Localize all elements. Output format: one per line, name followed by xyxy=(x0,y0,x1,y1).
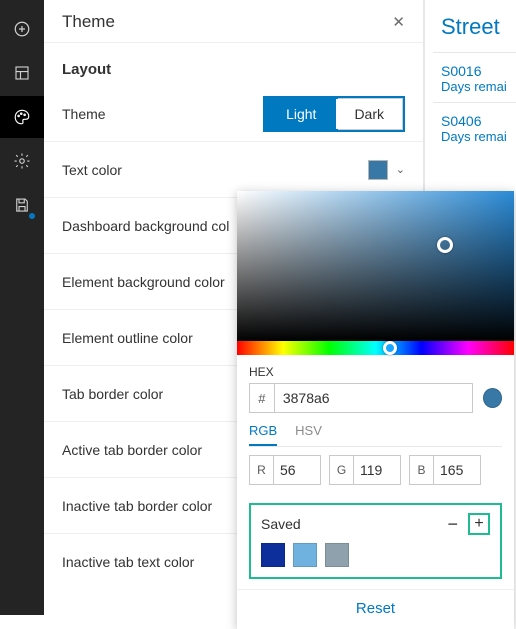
rail-settings[interactable] xyxy=(0,140,44,182)
left-rail xyxy=(0,0,44,615)
theme-segmented: Light Dark xyxy=(263,96,405,132)
color-preview-dot xyxy=(483,388,502,408)
add-saved-button[interactable]: + xyxy=(468,513,490,535)
panel-title: Theme xyxy=(62,12,115,32)
saturation-handle[interactable] xyxy=(437,237,453,253)
item-id: S0406 xyxy=(441,113,516,129)
close-icon[interactable]: ✕ xyxy=(392,13,405,31)
saved-swatch[interactable] xyxy=(261,543,285,567)
theme-dark-button[interactable]: Dark xyxy=(336,99,402,129)
row-text-color: Text color ⌄ xyxy=(44,142,423,198)
row-label: Inactive tab border color xyxy=(62,498,212,514)
r-field: R xyxy=(249,455,321,485)
item-id: S0016 xyxy=(441,63,516,79)
saved-label: Saved xyxy=(261,516,301,532)
saved-swatch[interactable] xyxy=(293,543,317,567)
unsaved-dot-icon xyxy=(29,213,35,219)
row-theme: Theme Light Dark xyxy=(44,86,423,142)
rail-layout[interactable] xyxy=(0,52,44,94)
row-label: Element background color xyxy=(62,274,225,290)
list-item[interactable]: S0016 Days remai xyxy=(433,52,516,102)
g-input[interactable] xyxy=(354,456,400,484)
row-label: Tab border color xyxy=(62,386,163,402)
section-layout: Layout xyxy=(44,43,423,86)
chevron-down-icon: ⌄ xyxy=(396,163,405,176)
hue-slider[interactable] xyxy=(237,341,514,355)
saved-swatch[interactable] xyxy=(325,543,349,567)
row-label: Dashboard background col xyxy=(62,218,229,234)
saturation-gradient[interactable] xyxy=(237,191,514,341)
color-mode-tabs: RGB HSV xyxy=(249,423,502,447)
remove-saved-button[interactable]: − xyxy=(447,515,458,533)
rail-save[interactable] xyxy=(0,184,44,226)
b-field: B xyxy=(409,455,481,485)
tab-hsv[interactable]: HSV xyxy=(295,423,322,446)
hash-prefix: # xyxy=(249,383,274,413)
g-field: G xyxy=(329,455,401,485)
text-color-picker-trigger[interactable]: ⌄ xyxy=(368,160,405,180)
rail-add[interactable] xyxy=(0,8,44,50)
item-sub: Days remai xyxy=(441,129,516,144)
row-label: Text color xyxy=(62,162,122,178)
color-picker: HEX # RGB HSV R G B Saved − + Re xyxy=(237,191,514,629)
hex-label: HEX xyxy=(249,365,502,379)
tab-rgb[interactable]: RGB xyxy=(249,423,277,446)
hex-input[interactable] xyxy=(274,383,473,413)
saved-colors: Saved − + xyxy=(249,503,502,579)
hue-handle[interactable] xyxy=(383,341,397,355)
r-input[interactable] xyxy=(274,456,320,484)
theme-light-button[interactable]: Light xyxy=(266,99,336,129)
text-color-swatch xyxy=(368,160,388,180)
item-sub: Days remai xyxy=(441,79,516,94)
b-input[interactable] xyxy=(434,456,480,484)
row-label: Inactive tab text color xyxy=(62,554,194,570)
row-label: Element outline color xyxy=(62,330,193,346)
row-label: Theme xyxy=(62,106,106,122)
preview-title: Street xyxy=(441,14,516,40)
list-item[interactable]: S0406 Days remai xyxy=(433,102,516,152)
reset-button[interactable]: Reset xyxy=(237,589,514,629)
row-label: Active tab border color xyxy=(62,442,202,458)
rail-theme[interactable] xyxy=(0,96,44,138)
